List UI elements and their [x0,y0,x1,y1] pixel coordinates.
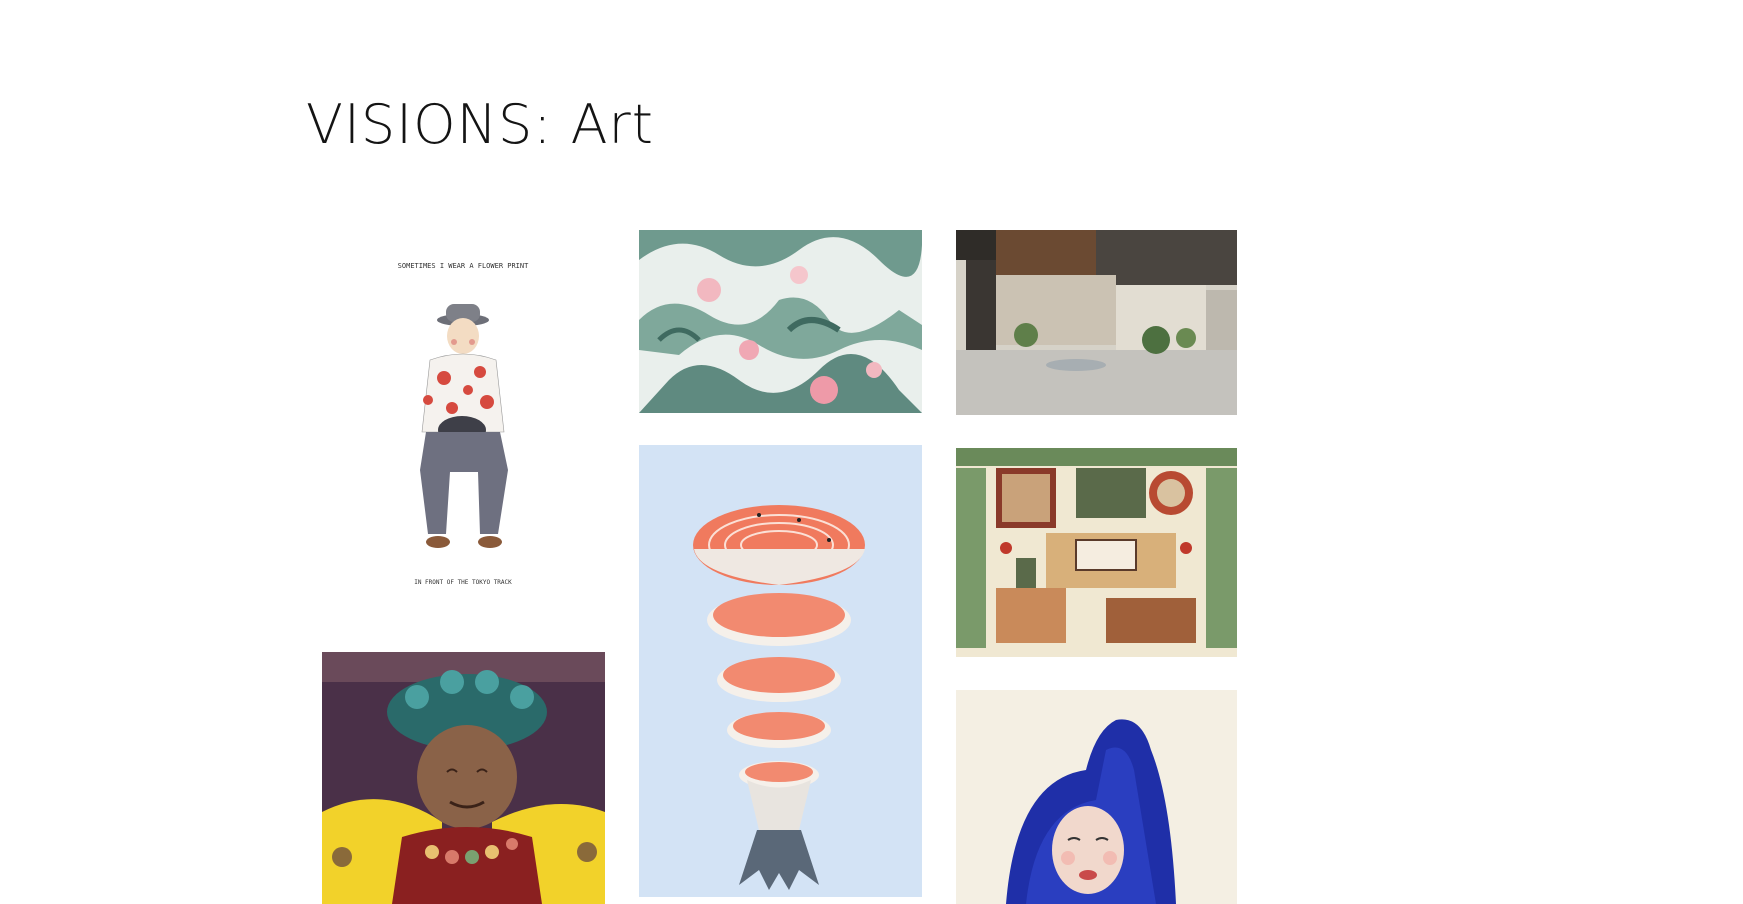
artwork-headdress-portrait-image [322,652,605,904]
artwork-tile-headdress-portrait[interactable] [322,652,605,904]
artwork-library-drawing-image [956,448,1237,657]
artwork-blue-hair-portrait-image [956,690,1237,904]
artwork-tile-blue-hair-portrait[interactable] [956,690,1237,904]
artwork-tile-salmon-track[interactable] [639,445,922,897]
artwork-street-photo-image [956,230,1237,415]
artwork-salmon-track-image [639,445,922,897]
artwork-tile-street-photo[interactable] [956,230,1237,415]
page: VISIONS: Art SOMETIMES I WEAR A FLOWER P… [0,0,1743,904]
page-title: VISIONS: Art [306,93,654,156]
artwork-flower-shirt-image: SOMETIMES I WEAR A FLOWER PRINT IN FRONT [398,262,529,586]
artwork-tile-flower-shirt[interactable]: SOMETIMES I WEAR A FLOWER PRINT IN FRONT [322,232,605,605]
artwork-caption-bottom: IN FRONT OF THE TOKYO TRACK [414,579,512,586]
artwork-tile-green-abstract[interactable] [639,230,922,413]
artwork-tile-library-drawing[interactable] [956,448,1237,657]
artwork-green-abstract-image [639,230,922,413]
artwork-caption-top: SOMETIMES I WEAR A FLOWER PRINT [398,262,529,270]
